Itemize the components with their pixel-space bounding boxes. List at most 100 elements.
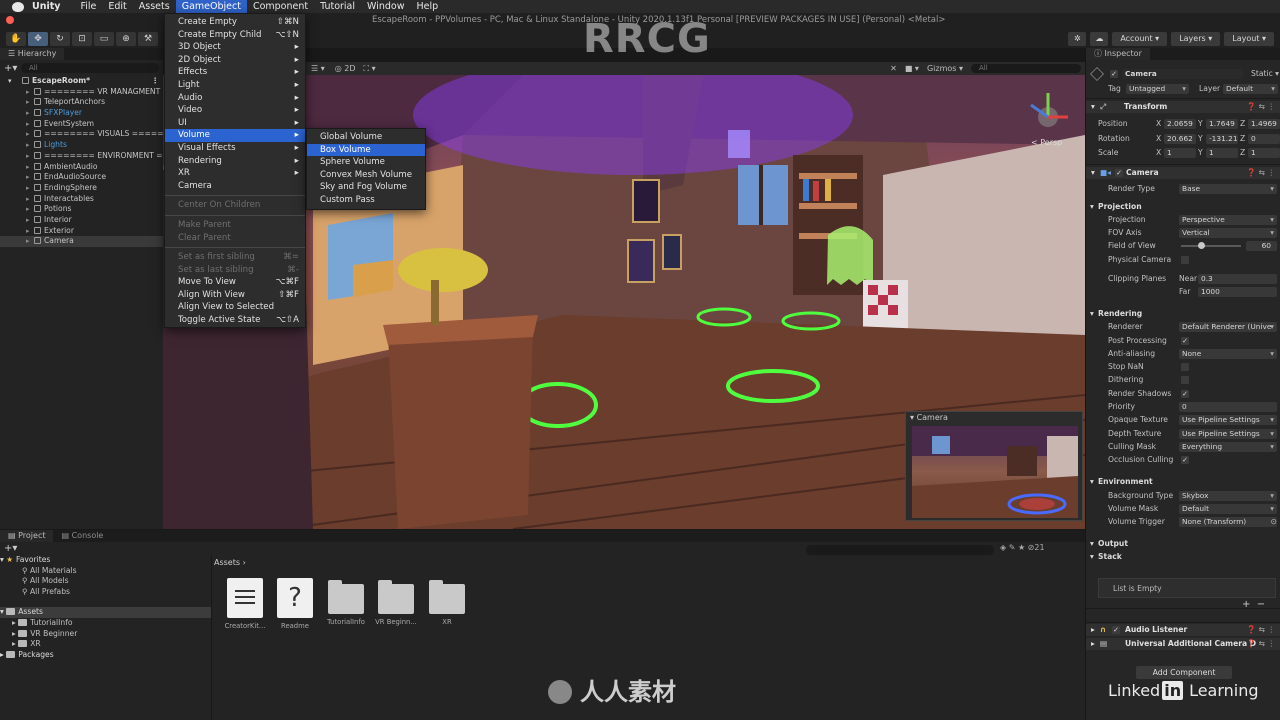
camera-checkbox[interactable] <box>1181 256 1189 264</box>
menu-component[interactable]: Component <box>247 0 314 13</box>
component-menu-icons[interactable]: ❓ ⇆ ⋮ <box>1247 638 1275 650</box>
scale-tool-icon[interactable]: ⊡ <box>72 32 92 46</box>
camera-value-field[interactable]: None (Transform) <box>1179 517 1277 527</box>
active-checkbox[interactable]: ✓ <box>1110 70 1118 78</box>
menu-item[interactable]: Effects ▸ <box>165 66 305 79</box>
expand-arrow-icon[interactable]: ▸ <box>26 119 30 130</box>
expand-arrow-icon[interactable]: ▾ <box>1090 538 1094 550</box>
hierarchy-search-input[interactable]: All <box>21 63 159 73</box>
expand-arrow-icon[interactable]: ▸ <box>26 215 30 226</box>
expand-arrow-icon[interactable]: ▸ <box>26 172 30 183</box>
asset-folder-item[interactable]: ▸ TutorialInfo <box>0 618 211 629</box>
menu-item[interactable]: Center On Children <box>165 199 305 212</box>
volume-menu-item[interactable]: Convex Mesh Volume <box>307 169 425 182</box>
layers-dropdown[interactable]: Layers ▾ <box>1171 32 1221 46</box>
hierarchy-item[interactable]: ▸ SFXPlayer <box>0 108 163 119</box>
asset-folder-item[interactable]: ▸ XR <box>0 639 211 650</box>
menu-item[interactable]: Rendering ▸ <box>165 155 305 168</box>
camera-settings-icon[interactable]: ■ ▾ <box>905 64 919 73</box>
menu-item[interactable]: Create Empty ⇧⌘N <box>165 16 305 29</box>
close-window-icon[interactable] <box>6 16 14 24</box>
camera-header[interactable]: ▾ ■◂ ✓ Camera ❓ ⇆ ⋮ <box>1086 167 1280 179</box>
hierarchy-item[interactable]: ▸ Camera <box>0 236 163 247</box>
camera-field-label[interactable]: Stack <box>1098 551 1122 563</box>
transform-position-y-field[interactable]: 1.7649 <box>1206 119 1238 129</box>
menu-item[interactable]: Align View to Selected <box>165 301 305 314</box>
transform-header[interactable]: ▾ ⤢ Transform ❓ ⇆ ⋮ <box>1086 101 1280 113</box>
favorites-header[interactable]: ▾ ★ Favorites <box>0 555 211 566</box>
volume-menu-item[interactable]: Sky and Fog Volume <box>307 181 425 194</box>
camera-dropdown[interactable]: Base <box>1179 184 1277 194</box>
volume-menu-item[interactable]: Global Volume <box>307 131 425 144</box>
expand-arrow-icon[interactable]: ▸ <box>26 162 30 173</box>
transform-scale-x-field[interactable]: 1 <box>1164 148 1196 158</box>
menu-item[interactable]: 3D Object ▸ <box>165 41 305 54</box>
camera-dropdown[interactable]: Perspective <box>1179 215 1277 225</box>
menu-item[interactable]: Set as last sibling ⌘- <box>165 264 305 277</box>
near-field[interactable]: 0.3 <box>1198 274 1277 284</box>
volume-menu-item[interactable]: Custom Pass <box>307 194 425 207</box>
audio-listener-checkbox[interactable]: ✓ <box>1112 626 1120 634</box>
app-name[interactable]: Unity <box>32 1 60 12</box>
scene-search-input[interactable]: All <box>971 64 1081 73</box>
collab-icon[interactable]: ✲ <box>1068 32 1087 46</box>
project-add-icon[interactable]: +▾ <box>4 543 17 554</box>
menu-help[interactable]: Help <box>411 0 445 13</box>
camera-checkbox[interactable] <box>1181 363 1189 371</box>
favorite-item[interactable]: ⚲ All Prefabs <box>0 587 211 598</box>
menu-item[interactable]: Camera <box>165 180 305 193</box>
expand-arrow-icon[interactable]: ▸ <box>26 108 30 119</box>
camera-field-label[interactable]: Rendering <box>1098 308 1142 320</box>
camera-enabled-checkbox[interactable]: ✓ <box>1115 169 1123 177</box>
expand-arrow-icon[interactable]: ▸ <box>26 140 30 151</box>
hierarchy-item[interactable]: ▸ EndAudioSource <box>0 172 163 183</box>
assets-header[interactable]: ▾ Assets <box>0 607 211 618</box>
transform-rotation-y-field[interactable]: -131.21 <box>1206 134 1238 144</box>
transform-tool-icon[interactable]: ⊕ <box>116 32 136 46</box>
expand-arrow-icon[interactable]: ▾ <box>1090 308 1094 320</box>
menu-item[interactable]: UI ▸ <box>165 117 305 130</box>
camera-checkbox[interactable]: ✓ <box>1181 337 1189 345</box>
add-icon[interactable]: +▾ <box>4 63 18 74</box>
asset-item[interactable]: CreatorKit... <box>222 578 268 630</box>
transform-position-x-field[interactable]: 2.0659 <box>1164 119 1196 129</box>
layer-dropdown[interactable]: Default <box>1223 84 1278 94</box>
transform-scale-y-field[interactable]: 1 <box>1206 148 1238 158</box>
menu-item[interactable]: Create Empty Child ⌥⇧N <box>165 29 305 42</box>
expand-arrow-icon[interactable]: ▾ <box>1090 201 1094 213</box>
more-icon[interactable]: ⋮ <box>151 76 159 87</box>
favorite-item[interactable]: ⚲ All Models <box>0 576 211 587</box>
menu-window[interactable]: Window <box>361 0 410 13</box>
hierarchy-item[interactable]: ▸ Lights <box>0 140 163 151</box>
rect-tool-icon[interactable]: ▭ <box>94 32 114 46</box>
camera-dropdown[interactable]: Everything <box>1179 442 1277 452</box>
camera-checkbox[interactable]: ✓ <box>1181 456 1189 464</box>
expand-arrow-icon[interactable]: ▸ <box>26 183 30 194</box>
camera-value-field[interactable]: 0 <box>1179 402 1277 412</box>
apple-icon[interactable] <box>12 1 24 12</box>
component-menu-icons[interactable]: ❓ ⇆ ⋮ <box>1247 167 1275 179</box>
fov-slider-handle[interactable] <box>1197 242 1205 249</box>
camera-field-label[interactable]: Environment <box>1098 476 1153 488</box>
asset-folder-item[interactable]: ▸ VR Beginner <box>0 629 211 640</box>
transform-rotation-x-field[interactable]: 20.662 <box>1164 134 1196 144</box>
hierarchy-item[interactable]: ▸ ======== VISUALS ======== <box>0 129 163 140</box>
object-name-field[interactable]: Camera <box>1122 69 1243 79</box>
gizmos-dropdown[interactable]: Gizmos ▾ <box>927 64 963 73</box>
menu-item[interactable]: Audio ▸ <box>165 92 305 105</box>
add-component-button[interactable]: Add Component <box>1136 666 1232 679</box>
menu-assets[interactable]: Assets <box>133 0 176 13</box>
hierarchy-item[interactable]: ▸ Exterior <box>0 226 163 237</box>
menu-item[interactable]: Toggle Active State ⌥⇧A <box>165 314 305 327</box>
hierarchy-item[interactable]: ▸ ======== VR MANAGMENT ==== <box>0 87 163 98</box>
tab-hierarchy[interactable]: ☰ Hierarchy <box>0 48 65 60</box>
menu-item[interactable]: Clear Parent <box>165 232 305 245</box>
stack-add-icon[interactable]: + − <box>1242 599 1265 610</box>
camera-dropdown[interactable]: None <box>1179 349 1277 359</box>
project-filter-icons[interactable]: ◈ ✎ ★ ⊘21 <box>1000 543 1045 552</box>
camera-dropdown[interactable]: Default Renderer (Unive <box>1179 322 1277 332</box>
hierarchy-item[interactable]: ▸ Interior <box>0 215 163 226</box>
transform-scale-z-field[interactable]: 1 <box>1248 148 1280 158</box>
expand-arrow-icon[interactable]: ▾ <box>8 76 12 87</box>
expand-arrow-icon[interactable]: ▸ <box>26 97 30 108</box>
